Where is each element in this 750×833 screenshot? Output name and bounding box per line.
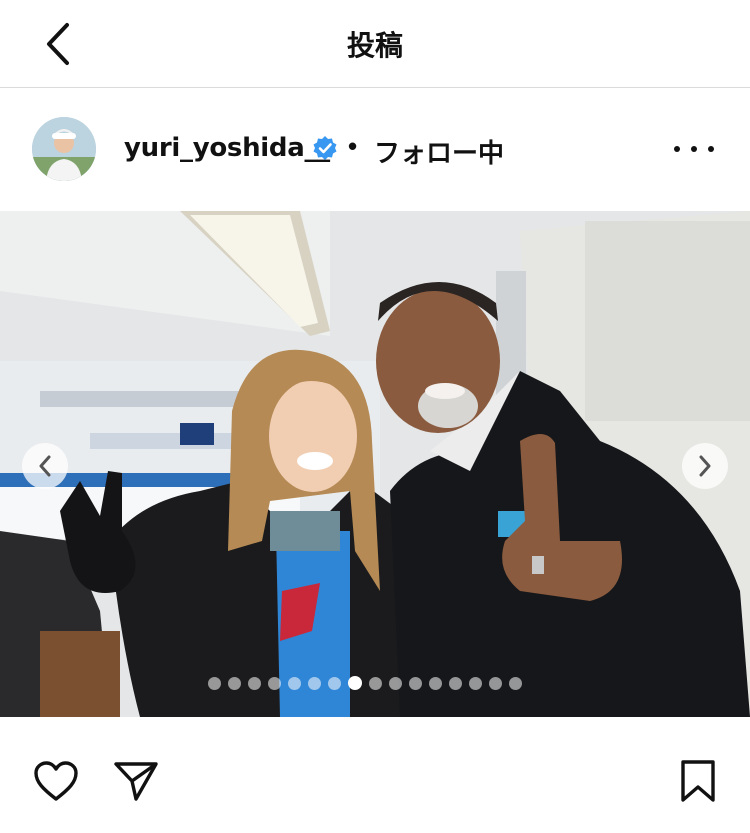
carousel-dot [288,676,301,690]
chevron-left-icon [39,455,51,477]
follow-status-button[interactable]: フォロー中 [374,133,504,170]
carousel-prev-button[interactable] [22,443,68,489]
like-button[interactable] [32,757,80,805]
carousel-dot [489,676,502,690]
verified-badge-icon [313,136,337,160]
carousel-dot-active [348,676,362,690]
carousel-dot [389,676,402,690]
carousel-dot [308,676,321,690]
post-media[interactable] [0,211,750,717]
separator: • [348,131,358,161]
more-horizontal-icon [674,146,680,152]
carousel-dot [328,676,341,690]
avatar[interactable] [32,117,96,181]
post-photo [0,211,750,717]
carousel-next-button[interactable] [682,443,728,489]
action-bar [0,717,750,833]
carousel-dot [228,676,241,690]
carousel-dot [208,676,221,690]
carousel-dot [509,676,522,690]
top-bar: 投稿 [0,0,750,88]
carousel-dot [409,676,422,690]
post-header: yuri_yoshida__ • フォロー中 [0,89,750,211]
carousel-dot [369,676,382,690]
send-icon [114,762,158,801]
username[interactable]: yuri_yoshida__ [124,133,330,163]
carousel-indicator [208,676,522,690]
share-button[interactable] [112,757,160,805]
carousel-dot [449,676,462,690]
heart-icon [34,761,78,801]
carousel-dot [429,676,442,690]
save-button[interactable] [674,757,722,805]
more-options-button[interactable] [674,133,714,165]
chevron-right-icon [699,455,711,477]
carousel-dot [248,676,261,690]
page-title: 投稿 [346,29,403,62]
carousel-dot [469,676,482,690]
carousel-dot [268,676,281,690]
bookmark-icon [681,760,715,802]
